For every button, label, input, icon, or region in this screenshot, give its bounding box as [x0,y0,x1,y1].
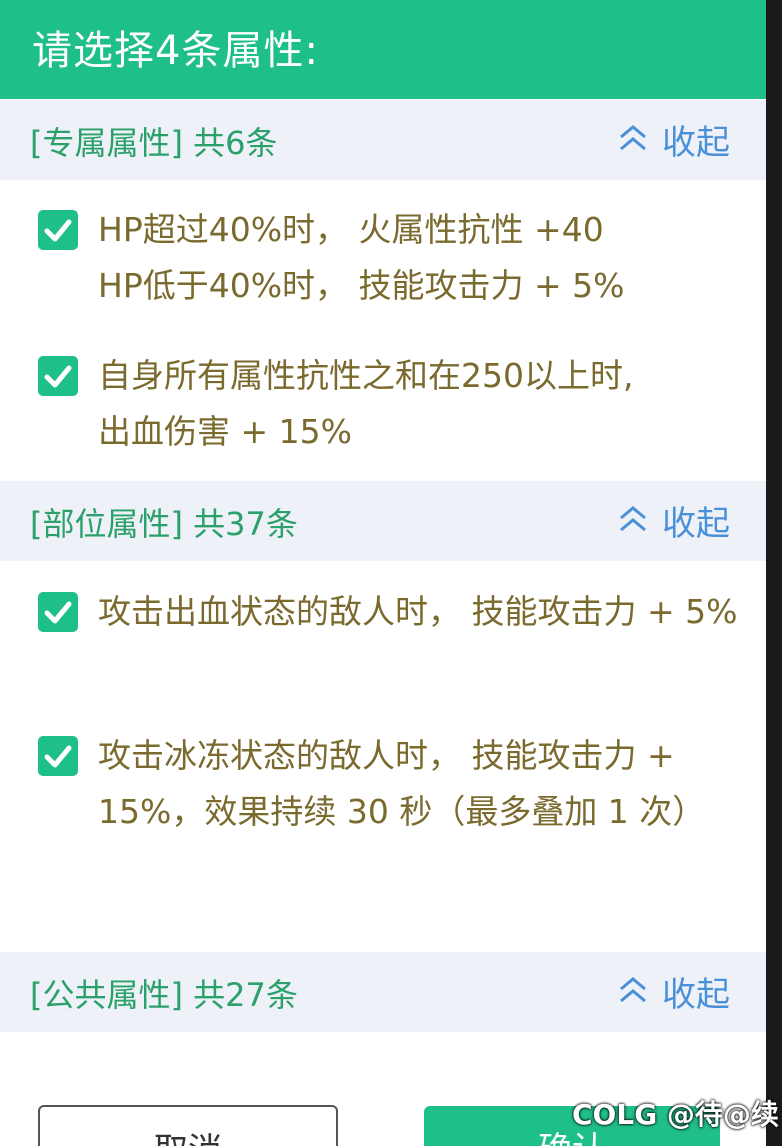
checkbox[interactable] [38,736,78,776]
checkmark-icon [44,745,72,768]
checkmark-icon [44,219,72,242]
checkbox[interactable] [38,356,78,396]
item-line: HP低于40%时， 技能攻击力 + 5% [98,266,625,305]
collapse-label: 收起 [662,122,730,163]
collapse-button[interactable]: 收起 [618,497,730,544]
cancel-button[interactable]: 取消 [38,1105,338,1146]
section-header-common: [公共属性] 共27条 收起 [0,952,766,1032]
chevron-up-double-icon [620,506,646,532]
section-title: [公共属性] 共27条 [30,976,298,1014]
item-text: HP超过40%时， 火属性抗性 +40 HP低于40%时， 技能攻击力 + 5% [98,202,738,314]
checkmark-icon [44,601,72,624]
item-text: 攻击冰冻状态的敌人时， 技能攻击力 + 15%，效果持续 30 秒（最多叠加 1… [98,728,738,840]
chevron-up-double-icon [620,977,646,1003]
list-item[interactable]: 攻击出血状态的敌人时， 技能攻击力 + 5% [38,584,738,696]
dialog-header: 请选择4条属性: [0,0,766,99]
collapse-label: 收起 [662,503,730,544]
list-item[interactable]: 自身所有属性抗性之和在250以上时, 出血伤害 + 15% [38,348,738,460]
list-item[interactable]: 攻击冰冻状态的敌人时， 技能攻击力 + 15%，效果持续 30 秒（最多叠加 1… [38,728,738,896]
item-line: 自身所有属性抗性之和在250以上时, [98,356,634,395]
dialog-title: 请选择4条属性: [32,28,319,74]
collapse-button[interactable]: 收起 [618,116,730,163]
cancel-label: 取消 [40,1123,336,1146]
item-line: 出血伤害 + 15% [98,412,352,451]
item-line: 攻击出血状态的敌人时， 技能攻击力 + 5% [98,592,738,631]
attribute-select-dialog: 请选择4条属性: [专属属性] 共6条 收起 HP超过40%时， 火属性抗性 +… [0,0,766,1146]
item-text: 自身所有属性抗性之和在250以上时, 出血伤害 + 15% [98,348,738,460]
item-text: 攻击出血状态的敌人时， 技能攻击力 + 5% [98,584,738,640]
section-header-parts: [部位属性] 共37条 收起 [0,481,766,561]
section-title: [专属属性] 共6条 [30,124,278,162]
watermark: COLG @待@续 [572,1098,779,1131]
list-item[interactable]: HP超过40%时， 火属性抗性 +40 HP低于40%时， 技能攻击力 + 5% [38,202,738,314]
checkbox[interactable] [38,592,78,632]
collapse-label: 收起 [662,974,730,1015]
item-line: HP超过40%时， 火属性抗性 +40 [98,210,604,249]
section-header-exclusive: [专属属性] 共6条 收起 [0,100,766,180]
item-line: 攻击冰冻状态的敌人时， 技能攻击力 + 15%，效果持续 30 秒（最多叠加 1… [98,736,706,831]
chevron-up-double-icon [620,125,646,151]
checkbox[interactable] [38,210,78,250]
collapse-button[interactable]: 收起 [618,968,730,1015]
checkmark-icon [44,365,72,388]
section-title: [部位属性] 共37条 [30,505,298,543]
